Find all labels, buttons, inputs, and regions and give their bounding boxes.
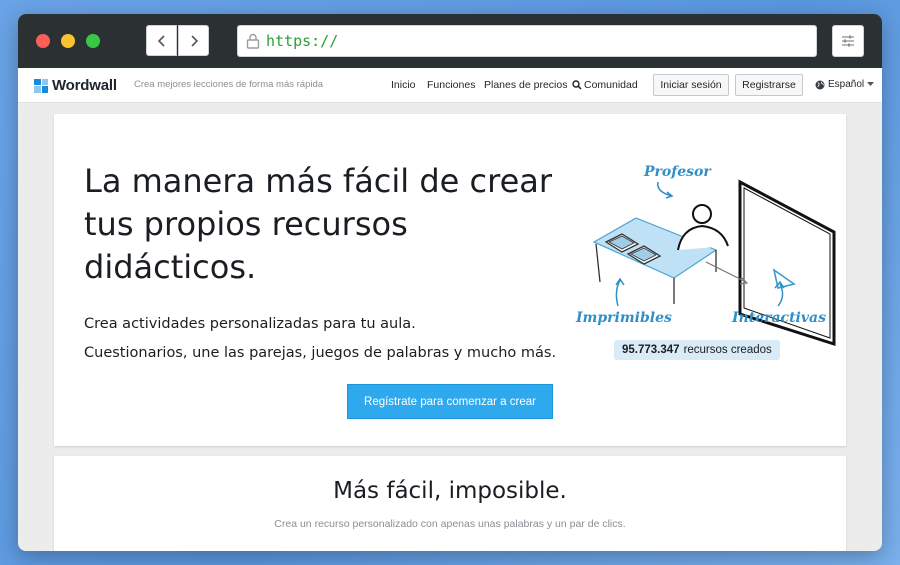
resources-counter-label: recursos creados [683, 344, 772, 356]
browser-toolbar: https:// [18, 14, 882, 68]
hero-headline: La manera más fácil de crear tus propios… [84, 162, 553, 286]
login-button[interactable]: Iniciar sesión [653, 74, 729, 96]
hero-subtitle-1: Crea actividades personalizadas para tu … [84, 316, 416, 332]
nav-link-home[interactable]: Inicio [391, 79, 416, 91]
nav-link-community[interactable]: Comunidad [572, 79, 638, 91]
language-selector[interactable]: Español [815, 79, 875, 90]
wordwall-logo-icon [34, 78, 48, 93]
section-title: Más fácil, imposible. [333, 478, 567, 504]
sliders-icon [842, 35, 854, 47]
site-tagline: Crea mejores lecciones de forma más rápi… [134, 79, 324, 90]
lock-icon [246, 33, 260, 49]
resources-counter-badge: 95.773.347 recursos creados [614, 340, 780, 360]
close-window-button[interactable] [36, 34, 50, 48]
zoom-window-button[interactable] [86, 34, 100, 48]
logo-text: Wordwall [52, 77, 117, 94]
hero-subtitle-2: Cuestionarios, une las parejas, juegos d… [84, 345, 557, 361]
search-icon [572, 80, 582, 90]
resources-counter-value: 95.773.347 [622, 344, 680, 356]
back-button[interactable] [146, 25, 177, 56]
nav-link-pricing[interactable]: Planes de precios [484, 79, 567, 91]
hero-card: La manera más fácil de crear tus propios… [54, 114, 846, 446]
caret-down-icon [867, 82, 875, 86]
features-card: Más fácil, imposible. Crea un recurso pe… [54, 456, 846, 551]
nav-link-features[interactable]: Funciones [427, 79, 475, 91]
section-subtitle: Crea un recurso personalizado con apenas… [274, 518, 626, 530]
browser-window: https:// Wordwall Crea mejores lecciones… [18, 14, 882, 551]
interactive-label: Interactivas [731, 310, 826, 326]
nav-link-community-label: Comunidad [584, 79, 638, 91]
chevron-right-icon [190, 34, 198, 47]
language-label: Español [828, 79, 865, 90]
url-text: https:// [266, 32, 339, 50]
address-bar[interactable]: https:// [237, 25, 817, 57]
settings-button[interactable] [832, 25, 864, 57]
wordwall-logo[interactable]: Wordwall [34, 77, 117, 94]
site-navbar: Wordwall Crea mejores lecciones de forma… [18, 68, 882, 103]
minimize-window-button[interactable] [61, 34, 75, 48]
teacher-label: Profesor [643, 164, 712, 180]
forward-button[interactable] [178, 25, 209, 56]
printables-label: Imprimibles [575, 310, 672, 326]
chevron-left-icon [157, 34, 165, 47]
register-button[interactable]: Registrarse [735, 74, 803, 96]
hero-illustration: Profesor Imprimibles Interactivas [575, 164, 836, 347]
register-cta-button[interactable]: Regístrate para comenzar a crear [347, 384, 553, 419]
globe-icon [815, 80, 825, 89]
